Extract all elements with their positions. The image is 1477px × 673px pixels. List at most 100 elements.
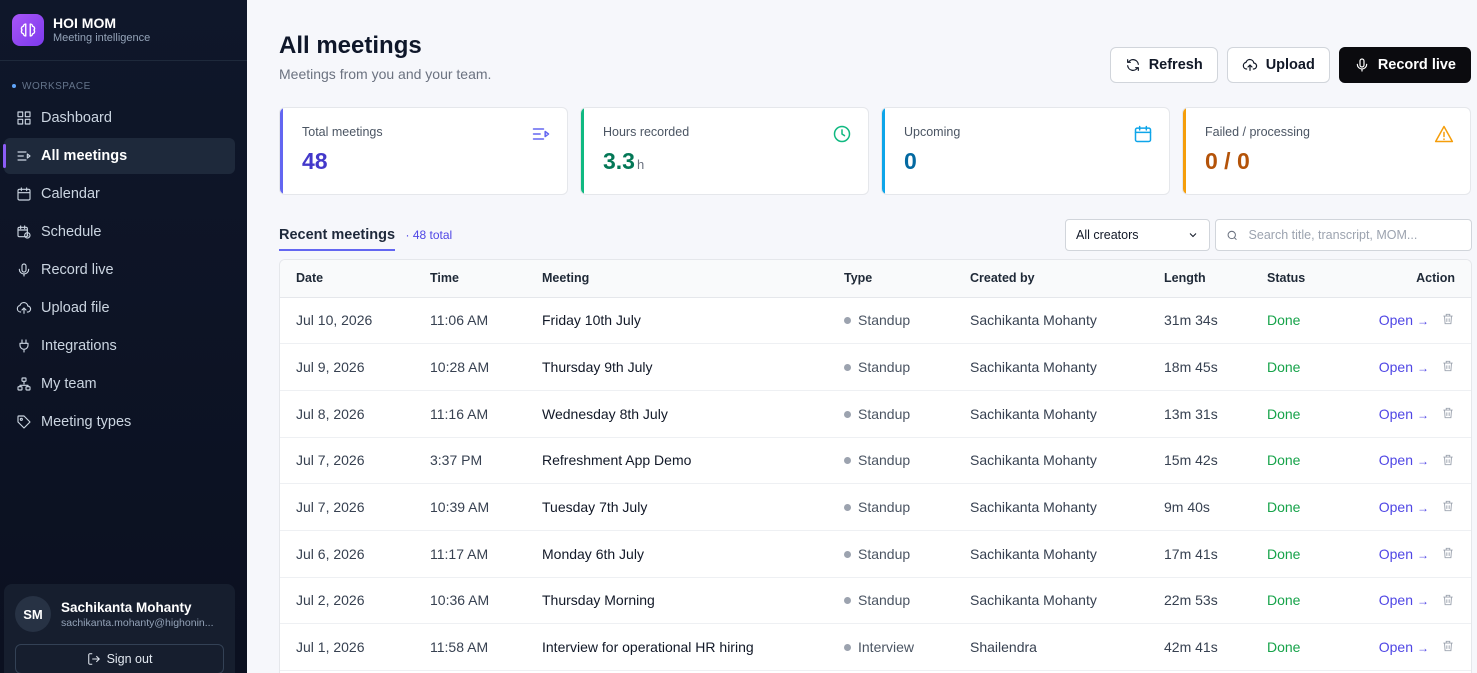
- cell-type: Standup: [828, 344, 954, 391]
- open-link[interactable]: Open →: [1379, 592, 1429, 608]
- open-link[interactable]: Open →: [1379, 359, 1429, 375]
- sidebar: HOI MOM Meeting intelligence WORKSPACE D…: [0, 0, 247, 673]
- brand-name: HOI MOM: [53, 15, 116, 31]
- cell-time: 10:39 AM: [430, 499, 490, 516]
- sidebar-item-label: Schedule: [41, 224, 102, 240]
- type-dot-icon: [844, 597, 851, 605]
- sidebar-item-label: Upload file: [41, 300, 110, 316]
- cell-meeting-title[interactable]: Monday 6th July: [526, 530, 828, 577]
- col-length[interactable]: Length: [1148, 260, 1251, 298]
- sidebar-item-calendar[interactable]: Calendar: [4, 176, 235, 212]
- sidebar-item-my-team[interactable]: My team: [4, 366, 235, 402]
- search-input[interactable]: [1248, 228, 1461, 242]
- page-title: All meetings: [279, 32, 422, 59]
- table-row[interactable]: Jul 9, 2026 10:28 AM Thursday 9th July Stan…: [280, 344, 1471, 391]
- trash-icon[interactable]: [1441, 639, 1455, 653]
- sidebar-item-label: Calendar: [41, 186, 100, 202]
- col-created-by[interactable]: Created by: [954, 260, 1148, 298]
- trash-icon[interactable]: [1441, 359, 1455, 373]
- clock-icon: [833, 125, 851, 143]
- trash-icon[interactable]: [1441, 546, 1455, 560]
- table-row[interactable]: Jul 8, 2026 11:16 AM Wednesday 8th July Sta…: [280, 390, 1471, 438]
- sidebar-item-dashboard[interactable]: Dashboard: [4, 100, 235, 136]
- open-link[interactable]: Open →: [1379, 639, 1429, 655]
- sidebar-item-schedule[interactable]: Schedule: [4, 214, 235, 250]
- sidebar-item-upload-file[interactable]: Upload file: [4, 290, 235, 326]
- cell-meeting-title[interactable]: Friday 10th July: [526, 297, 828, 344]
- trash-icon[interactable]: [1441, 312, 1455, 326]
- user-email: sachikanta.mohanty@highonin...: [61, 616, 214, 629]
- cell-type: Interview: [828, 624, 954, 671]
- table-row[interactable]: Jul 2, 2026 10:36 AM Thursday Morning Stand…: [280, 577, 1471, 624]
- header-actions: Refresh Upload Record live: [1109, 47, 1471, 83]
- meetings-table: Date Time Meeting Type Created by Length…: [279, 259, 1472, 673]
- record-live-button[interactable]: Record live: [1338, 47, 1471, 83]
- sidebar-item-label: Dashboard: [41, 110, 112, 126]
- creator-filter-select[interactable]: All creators: [1065, 219, 1210, 251]
- trash-icon[interactable]: [1441, 593, 1455, 607]
- col-date[interactable]: Date: [280, 260, 414, 298]
- cell-length: 17m 41s: [1164, 545, 1218, 562]
- brand[interactable]: HOI MOM Meeting intelligence: [0, 0, 247, 61]
- cell-date: Jul 9, 2026: [296, 359, 365, 376]
- status-badge: Done: [1267, 312, 1301, 329]
- tab-recent-meetings[interactable]: Recent meetings: [279, 227, 396, 251]
- cell-type: Standup: [828, 577, 954, 624]
- refresh-icon: [1126, 59, 1139, 71]
- col-status[interactable]: Status: [1251, 260, 1341, 298]
- cell-meeting-title[interactable]: Interview for operational HR hiring: [526, 624, 828, 671]
- search-box[interactable]: [1215, 219, 1472, 251]
- sidebar-item-all-meetings[interactable]: All meetings: [3, 138, 235, 174]
- trash-icon[interactable]: [1441, 406, 1455, 420]
- cell-created-by: Shailendra: [970, 639, 1037, 656]
- cell-type: Standup: [828, 390, 954, 437]
- table-row[interactable]: Jul 10, 2026 11:06 AM Friday 10th July Stan…: [280, 297, 1471, 344]
- cell-meeting-title[interactable]: Thursday 9th July: [526, 344, 828, 391]
- table-row[interactable]: Jul 6, 2026 11:17 AM Monday 6th July Standu…: [280, 530, 1471, 578]
- col-meeting[interactable]: Meeting: [526, 260, 828, 298]
- sidebar-item-integrations[interactable]: Integrations: [4, 328, 235, 364]
- open-link[interactable]: Open →: [1379, 546, 1429, 562]
- meetings-tabbar: Recent meetings · 48 total: [279, 226, 452, 251]
- cloud-upload-icon: [1242, 58, 1257, 71]
- open-link[interactable]: Open →: [1379, 406, 1429, 422]
- record-live-label: Record live: [1377, 57, 1456, 73]
- stat-card-failed-processing: Failed / processing 0 / 0: [1182, 107, 1471, 195]
- cell-meeting-title[interactable]: Tuesday 7th July: [526, 484, 828, 531]
- status-badge: Done: [1267, 592, 1301, 609]
- table-row[interactable]: Jul 7, 2026 10:39 AM Tuesday 7th July Stand…: [280, 484, 1471, 531]
- col-time[interactable]: Time: [414, 260, 526, 298]
- open-link[interactable]: Open →: [1379, 499, 1429, 515]
- cell-date: Jul 6, 2026: [296, 545, 365, 562]
- sidebar-item-meeting-types[interactable]: Meeting types: [4, 404, 235, 440]
- cell-time: 3:37 PM: [430, 452, 483, 469]
- trash-icon[interactable]: [1441, 453, 1455, 467]
- stat-value: 0 / 0: [1205, 148, 1448, 175]
- table-row[interactable]: Jul 1, 2026 11:58 AM Interview for operati…: [280, 624, 1471, 671]
- cell-action: Open →: [1341, 530, 1471, 577]
- sidebar-item-record-live[interactable]: Record live: [4, 252, 235, 288]
- refresh-button[interactable]: Refresh: [1109, 47, 1218, 83]
- list-icon: [17, 151, 31, 161]
- workspace-section-label: WORKSPACE: [0, 78, 247, 94]
- stat-value: 0: [904, 148, 1147, 175]
- dashboard-icon: [17, 111, 31, 125]
- status-badge: Done: [1267, 499, 1301, 516]
- cell-meeting-title[interactable]: Thursday Morning: [526, 577, 828, 624]
- col-type[interactable]: Type: [828, 260, 954, 298]
- stat-label: Failed / processing: [1205, 125, 1310, 139]
- warning-icon: [1434, 125, 1454, 143]
- upload-button[interactable]: Upload: [1226, 47, 1330, 83]
- cell-meeting-title[interactable]: Refreshment App Demo: [526, 437, 828, 484]
- open-link[interactable]: Open →: [1379, 452, 1429, 468]
- stat-label: Upcoming: [904, 125, 961, 139]
- cell-type: Standup: [828, 484, 954, 531]
- brain-icon: [12, 14, 44, 46]
- trash-icon[interactable]: [1441, 499, 1455, 513]
- cell-meeting-title[interactable]: Wednesday 8th July: [526, 390, 828, 437]
- open-link[interactable]: Open →: [1379, 312, 1429, 328]
- type-label: Standup: [858, 452, 911, 469]
- stat-card-upcoming: Upcoming 0: [881, 107, 1170, 195]
- sign-out-button[interactable]: Sign out: [15, 644, 224, 673]
- table-row[interactable]: Jul 7, 2026 3:37 PM Refreshment App Demo St…: [280, 437, 1471, 484]
